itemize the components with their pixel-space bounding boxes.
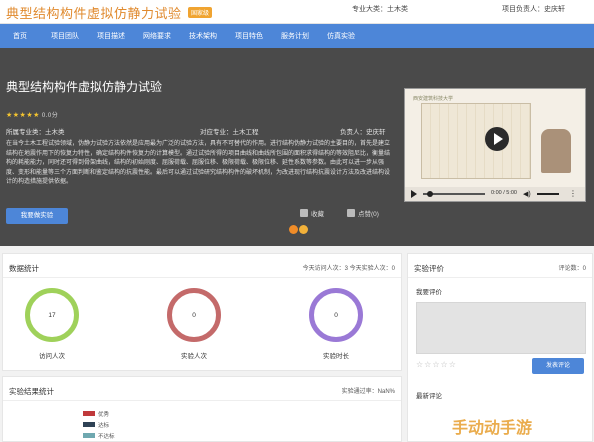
favorite-button[interactable]: 收藏 — [300, 208, 324, 218]
legend-pass: 达标 — [83, 421, 109, 429]
hero-lead: 负责人：史庆轩 — [340, 129, 386, 136]
school-major: 所属专业类：土木类 — [6, 129, 65, 136]
results-title: 实验结果统计 — [9, 387, 54, 396]
results-panel: 实验结果统计 实验通过率：NaN% 优秀 达标 不达标 — [2, 376, 402, 442]
nav-item-simulation[interactable]: 仿真实验 — [327, 31, 355, 41]
comments-count: 评论数：0 — [558, 266, 586, 272]
hero-section: 典型结构构件虚拟仿静力试验 ★★★★★ 0.0分 所属专业类：土木类 对应专业：土… — [0, 48, 594, 246]
visits-ring: 17 — [25, 288, 79, 342]
favorite-label: 收藏 — [311, 211, 324, 218]
experiments-value: 0 — [192, 312, 196, 319]
rating-score: 0.0分 — [41, 113, 59, 119]
carousel-dot[interactable] — [289, 225, 298, 234]
duration-value: 0 — [334, 312, 338, 319]
thumbs-up-icon — [347, 209, 355, 217]
nav-item-features[interactable]: 项目特色 — [235, 31, 263, 41]
duration-label: 实验时长 — [323, 353, 349, 360]
nav-item-architecture[interactable]: 技术架构 — [189, 31, 217, 41]
comments-title: 实验评价 — [414, 264, 444, 273]
nav-item-description[interactable]: 项目描述 — [97, 31, 125, 41]
watermark: 手动动手游 — [452, 420, 533, 437]
legend-swatch — [83, 422, 95, 427]
video-controls: 0:00 / 5:00 ◀) ⋮ — [405, 187, 585, 201]
rating-stars: ★★★★★ 0.0分 — [6, 110, 58, 119]
level-badge: 国家级 — [188, 7, 213, 18]
visits-value: 17 — [48, 312, 56, 319]
stats-summary: 今天访问人次：3 今天实验人次：0 — [302, 266, 395, 272]
comment-input[interactable] — [416, 302, 586, 354]
volume-slider[interactable] — [537, 193, 559, 195]
hero-title: 典型结构构件虚拟仿静力试验 — [6, 80, 163, 94]
video-figure — [541, 129, 571, 173]
stats-title: 数据统计 — [9, 264, 39, 273]
major-category: 专业大类：土木类 — [352, 6, 408, 13]
play-small-icon[interactable] — [411, 190, 417, 198]
legend-fail: 不达标 — [83, 432, 115, 440]
nav-item-home[interactable]: 首页 — [13, 31, 27, 41]
project-description: 在当今土木工程试验领域，伪静力试验方法依然是应用最为广泛的试验方法，具有不可替代… — [6, 141, 391, 185]
carousel-dot[interactable] — [299, 225, 308, 234]
like-button[interactable]: 点赞(0) — [347, 208, 379, 218]
progress-handle[interactable] — [427, 191, 433, 197]
legend-swatch — [83, 411, 95, 416]
legend-swatch — [83, 433, 95, 438]
star-icons: ★★★★★ — [6, 112, 40, 119]
video-caption: 西安建筑科技大学 — [413, 96, 454, 102]
latest-comments-label: 最新评论 — [416, 393, 442, 400]
target-major: 对应专业：土木工程 — [200, 129, 259, 136]
start-experiment-button[interactable]: 我要做实验 — [6, 208, 68, 224]
duration-ring: 0 — [309, 288, 363, 342]
nav-item-network[interactable]: 网络要求 — [143, 31, 171, 41]
video-player[interactable]: 西安建筑科技大学 0:00 / 5:00 ◀) ⋮ — [404, 88, 586, 202]
video-thumbnail — [421, 103, 531, 179]
volume-icon[interactable]: ◀) — [523, 190, 531, 198]
legend-excellent: 优秀 — [83, 410, 109, 418]
comment-rating-stars[interactable]: ☆☆☆☆☆ — [416, 360, 457, 369]
stats-panel: 数据统计 今天访问人次：3 今天实验人次：0 17 访问人次 0 实验人次 0 … — [2, 253, 402, 371]
visits-label: 访问人次 — [39, 353, 65, 360]
star-icon — [300, 209, 308, 217]
project-title: 典型结构构件虚拟仿静力试验 — [6, 6, 182, 21]
more-options-icon[interactable]: ⋮ — [569, 189, 577, 198]
main-nav: 首页 项目团队 项目描述 网络要求 技术架构 项目特色 服务计划 仿真实验 — [0, 24, 594, 48]
carousel-dots — [289, 225, 309, 236]
like-label: 点赞(0) — [358, 211, 379, 218]
experiments-ring: 0 — [167, 288, 221, 342]
play-icon[interactable] — [485, 127, 509, 151]
submit-comment-button[interactable]: 发表评论 — [532, 358, 584, 374]
top-bar: 典型结构构件虚拟仿静力试验 国家级 专业大类：土木类 项目负责人：史庆轩 — [0, 0, 594, 24]
pass-rate: 实验通过率：NaN% — [341, 389, 395, 395]
project-lead: 项目负责人：史庆轩 — [502, 6, 565, 13]
my-comment-label: 我要评价 — [416, 289, 442, 296]
nav-item-service[interactable]: 服务计划 — [281, 31, 309, 41]
nav-item-team[interactable]: 项目团队 — [51, 31, 79, 41]
video-time: 0:00 / 5:00 — [491, 190, 517, 196]
experiments-label: 实验人次 — [181, 353, 207, 360]
